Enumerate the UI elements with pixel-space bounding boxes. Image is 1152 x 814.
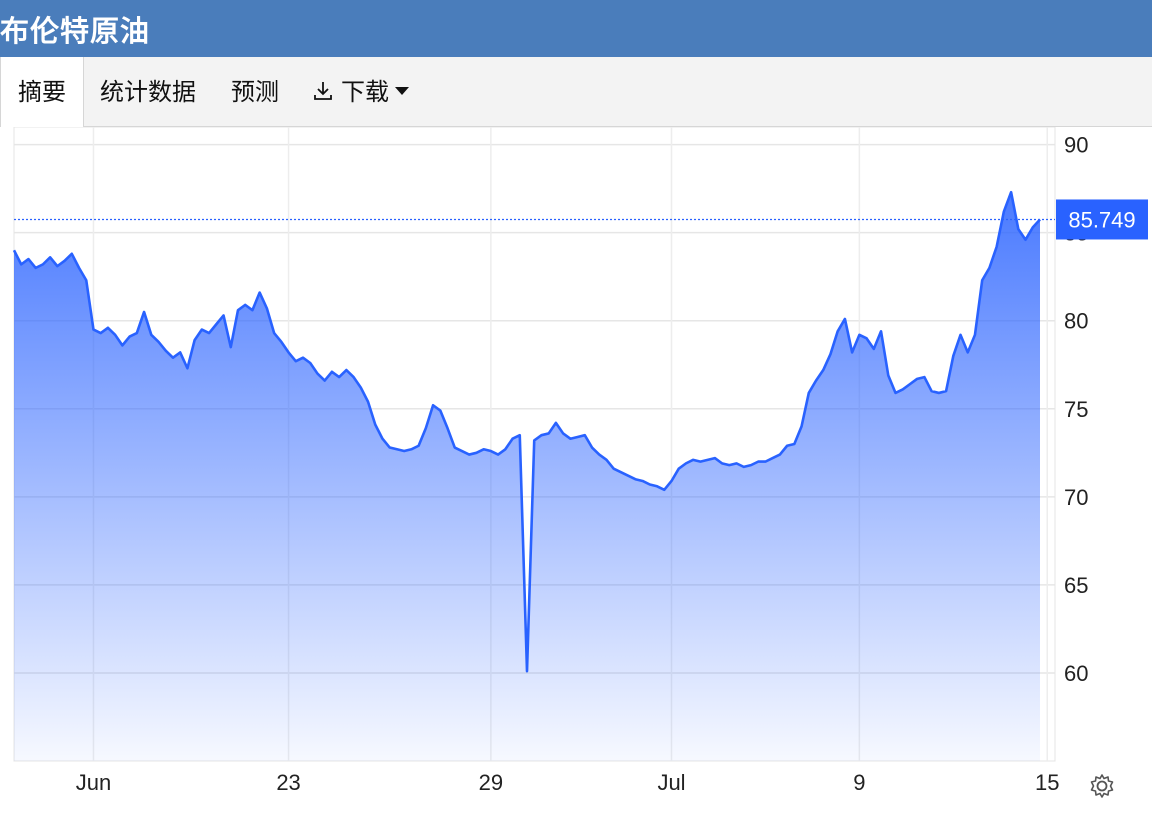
page-title: 布伦特原油 [0, 14, 151, 48]
tab-bar: 摘要 统计数据 预测 下载 [0, 57, 1152, 127]
price-chart: 60657075808590 Jun2329Jul915 85.749 [12, 126, 1148, 795]
x-axis: Jun 23 29 Jul 9 15 [76, 770, 1060, 795]
caret-down-icon [395, 87, 409, 95]
tab-stats[interactable]: 统计数据 [100, 57, 196, 127]
x-tick-label: 15 [1035, 770, 1059, 795]
x-tick-label: 23 [276, 770, 300, 795]
title-bar: 布伦特原油 [0, 0, 1152, 57]
gear-icon[interactable] [1088, 772, 1116, 800]
tab-summary[interactable]: 摘要 [0, 57, 84, 127]
download-icon [314, 82, 332, 100]
last-value-label: 85.749 [1068, 207, 1135, 232]
y-tick-label: 65 [1064, 573, 1088, 598]
tab-forecast[interactable]: 预测 [231, 57, 279, 127]
x-tick-label: 9 [853, 770, 865, 795]
tab-download[interactable]: 下载 [311, 57, 409, 127]
x-tick-label: Jul [657, 770, 685, 795]
y-tick-label: 60 [1064, 661, 1088, 686]
x-tick-label: Jun [76, 770, 111, 795]
y-tick-label: 75 [1064, 397, 1088, 422]
y-tick-label: 90 [1064, 133, 1088, 158]
y-tick-label: 80 [1064, 309, 1088, 334]
x-tick-label: 29 [479, 770, 503, 795]
download-label: 下载 [341, 78, 389, 106]
chart: 60657075808590 Jun2329Jul915 85.749 [0, 126, 1152, 810]
y-tick-label: 70 [1064, 485, 1088, 510]
